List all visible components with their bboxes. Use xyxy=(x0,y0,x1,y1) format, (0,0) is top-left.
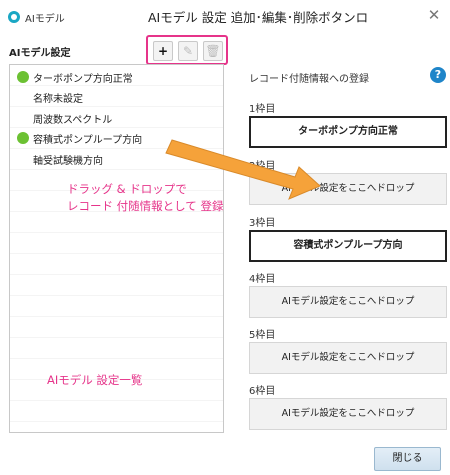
slot-6-dropzone[interactable]: AIモデル設定をここへドロップ xyxy=(249,398,447,430)
list-item-label: 容積式ポンプループ方向 xyxy=(33,135,143,146)
add-button[interactable]: + xyxy=(153,41,173,61)
app-logo-icon xyxy=(8,11,20,23)
list-item-label: 周波数スペクトル xyxy=(33,115,113,126)
slot-2-dropzone[interactable]: AIモデル設定をここへドロップ xyxy=(249,173,447,205)
list-item[interactable]: 周波数スペクトル xyxy=(10,108,223,128)
edit-button[interactable]: ✎ xyxy=(178,41,198,61)
annotation-caption: AIモデル 設定 追加･編集･削除ボタンロ xyxy=(148,10,369,25)
status-green-icon xyxy=(17,132,29,144)
slot-label: 5枠目 xyxy=(249,330,276,341)
slot-3-dropzone[interactable]: 容積式ポンプループ方向 xyxy=(249,230,447,262)
slot-5-dropzone[interactable]: AIモデル設定をここへドロップ xyxy=(249,342,447,374)
list-item[interactable]: 容積式ポンプループ方向 xyxy=(10,128,223,148)
list-item-label: ターボポンプ方向正常 xyxy=(33,74,133,85)
slot-label: 2枠目 xyxy=(249,161,276,172)
close-button[interactable]: 閉じる xyxy=(374,447,441,471)
registration-title: レコード付随情報への登録 xyxy=(249,74,369,85)
slot-label: 4枠目 xyxy=(249,274,276,285)
slot-4-dropzone[interactable]: AIモデル設定をここへドロップ xyxy=(249,286,447,318)
drag-drop-hint-line2: レコード 付随情報として 登録 xyxy=(67,199,224,213)
toolbar-highlight: + ✎ 🗑 xyxy=(146,35,228,65)
window-title: AIモデル xyxy=(25,14,65,25)
list-annotation: AIモデル 設定一覧 xyxy=(47,373,143,387)
status-green-icon xyxy=(17,71,29,83)
slot-label: 1枠目 xyxy=(249,104,276,115)
slot-1-dropzone[interactable]: ターボポンプ方向正常 xyxy=(249,116,447,148)
list-item[interactable]: ターボポンプ方向正常 xyxy=(10,67,223,87)
slot-label: 3枠目 xyxy=(249,218,276,229)
ai-model-settings-label: AIモデル設定 xyxy=(9,48,71,59)
list-item[interactable]: 名称未設定 xyxy=(10,87,223,107)
list-item-label: 軸受試験機方向 xyxy=(33,156,103,167)
list-item-label: 名称未設定 xyxy=(33,94,83,105)
help-icon[interactable]: ? xyxy=(430,67,446,83)
list-item[interactable]: 軸受試験機方向 xyxy=(10,149,223,169)
drag-drop-hint-line1: ドラッグ & ドロップで xyxy=(67,182,187,196)
title-bar: AIモデル AIモデル 設定 追加･編集･削除ボタンロ ✕ xyxy=(0,0,450,34)
window-close-icon[interactable]: ✕ xyxy=(425,6,443,24)
slot-label: 6枠目 xyxy=(249,386,276,397)
delete-button[interactable]: 🗑 xyxy=(203,41,223,61)
